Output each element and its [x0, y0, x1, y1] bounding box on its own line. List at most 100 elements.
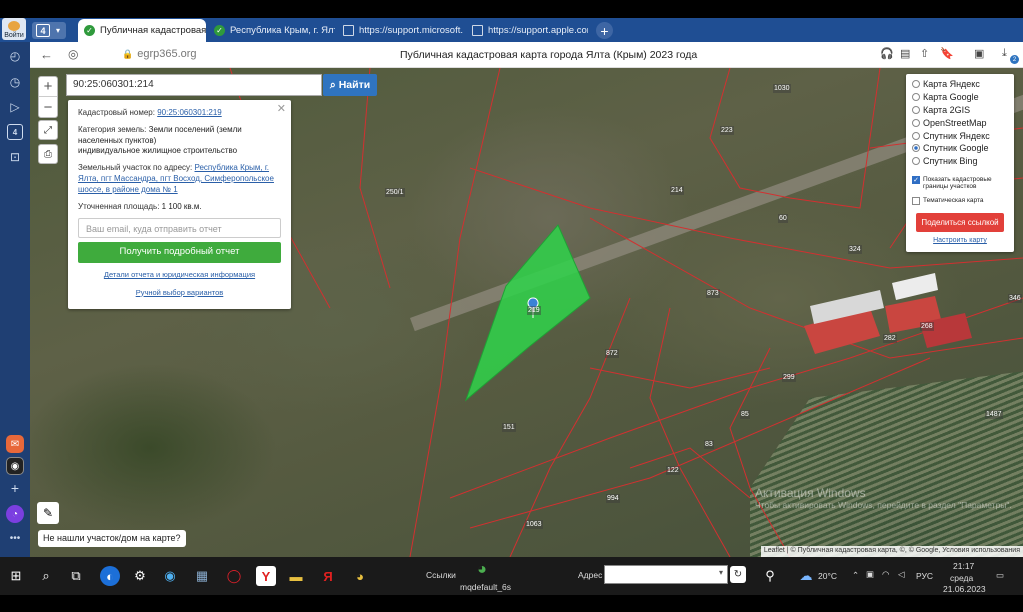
get-report-button[interactable]: Получить подробный отчет: [78, 242, 281, 264]
store-icon[interactable]: ▦: [192, 566, 212, 586]
folder-icon[interactable]: ▬: [286, 566, 306, 586]
share-icon[interactable]: ⇧: [920, 47, 929, 60]
clock-time[interactable]: 21:17: [953, 561, 974, 571]
chrome-task-label[interactable]: mqdefault_6s: [460, 582, 511, 592]
layer-label: Спутник Bing: [923, 156, 978, 167]
yandex-browser-icon[interactable]: Y: [256, 566, 276, 586]
yandex-protect-icon[interactable]: ◎: [68, 47, 78, 61]
chrome-icon[interactable]: ◕: [472, 560, 492, 580]
counter-icon[interactable]: 4: [7, 124, 23, 140]
tab-microsoft[interactable]: https://support.microsoft.com: [337, 19, 463, 42]
chevron-down-icon[interactable]: ▾: [719, 568, 723, 577]
not-found-button[interactable]: Не нашли участок/дом на карте?: [38, 530, 186, 547]
fullscreen-button[interactable]: ⤢: [38, 120, 58, 140]
tab-count-button[interactable]: 4 ▾: [32, 22, 66, 39]
volume-icon[interactable]: ◁: [898, 569, 905, 580]
clock-icon[interactable]: ◷: [7, 74, 23, 90]
search-input[interactable]: 90:25:060301:214: [66, 74, 322, 96]
search-icon[interactable]: ⌕: [36, 566, 56, 586]
taskbar-address-input[interactable]: ▾: [604, 565, 728, 584]
parcel-label: 1487: [985, 410, 1003, 419]
details-link[interactable]: Детали отчета и юридическая информация: [104, 270, 255, 279]
zoom-in-button[interactable]: +: [39, 77, 57, 97]
show-borders-option[interactable]: ✓ Показать кадастровые границы участков: [912, 175, 1008, 192]
chrome-small-icon[interactable]: ◕: [350, 566, 370, 586]
manual-select-link[interactable]: Ручной выбор вариантов: [136, 288, 224, 297]
add-app-icon[interactable]: +: [6, 479, 24, 497]
play-icon[interactable]: ▷: [7, 99, 23, 115]
address-row: Земельный участок по адресу: Республика …: [78, 163, 281, 195]
edge-icon[interactable]: ◉: [160, 566, 180, 586]
share-link-button[interactable]: Поделиться ссылкой: [916, 213, 1004, 233]
parcel-label: 85: [740, 410, 750, 419]
close-icon[interactable]: ✕: [277, 102, 286, 117]
layer-option-2gis[interactable]: Карта 2GIS: [912, 104, 1008, 117]
cadastral-link[interactable]: 90:25:060301:219: [157, 108, 222, 117]
zoom-out-button[interactable]: −: [39, 97, 57, 117]
extensions-icon[interactable]: ▣: [974, 47, 984, 60]
check-icon: ✓: [214, 25, 225, 36]
refresh-icon[interactable]: ↻: [730, 566, 746, 583]
browser-sidebar: ◴ ◷ ▷ 4 ⊡ ✉ ◉ + ◔ •••: [0, 42, 30, 557]
download-icon[interactable]: ⤓: [1002, 47, 1007, 60]
person-icon[interactable]: ⚲: [760, 566, 780, 586]
windows-start-icon[interactable]: ⊞: [6, 566, 26, 586]
layer-label: Спутник Google: [923, 143, 989, 154]
tab-apple[interactable]: https://support.apple.com: [466, 19, 588, 42]
map-attribution: Leaflet | © Публичная кадастровая карта,…: [760, 546, 1023, 557]
tray-up-icon[interactable]: ⌃: [852, 570, 859, 581]
lock-icon: 🔒: [122, 48, 134, 59]
messenger-icon[interactable]: ◐: [100, 566, 120, 586]
layer-option-bing-sat[interactable]: Спутник Bing: [912, 155, 1008, 168]
tab-cadastral[interactable]: ✓ Публичная кадастровая ✕: [78, 19, 206, 42]
tab-crimea[interactable]: ✓ Республика Крым, г. Ялта: [208, 19, 335, 42]
clock-date: 21.06.2023: [943, 584, 986, 594]
weather-temp: 20°C: [818, 571, 837, 581]
music-app-icon[interactable]: ◉: [6, 457, 24, 475]
thematic-option[interactable]: Тематическая карта: [912, 197, 1008, 206]
layer-panel: Карта Яндекс Карта Google Карта 2GIS Ope…: [906, 74, 1014, 252]
yandex-icon[interactable]: Я: [318, 566, 338, 586]
pencil-icon[interactable]: ✎: [37, 502, 59, 524]
radio-selected-icon: [912, 144, 920, 153]
print-button[interactable]: ⎙: [38, 144, 58, 164]
layer-option-yandex-map[interactable]: Карта Яндекс: [912, 78, 1008, 91]
find-button[interactable]: ⌕ Найти: [323, 74, 377, 96]
url-field[interactable]: 🔒 egrp365.org: [122, 48, 197, 60]
opera-icon[interactable]: ◯: [224, 566, 244, 586]
alice-icon[interactable]: ◔: [6, 505, 24, 523]
network-icon[interactable]: ▣: [866, 569, 874, 580]
notification-icon[interactable]: ▭: [996, 570, 1004, 581]
more-icon[interactable]: •••: [6, 529, 24, 547]
reader-icon[interactable]: ▤: [900, 47, 910, 60]
language-indicator[interactable]: РУС: [916, 571, 933, 581]
layer-option-google-sat[interactable]: Спутник Google: [912, 142, 1008, 155]
area-label: Уточненная площадь:: [78, 201, 160, 211]
thematic-label: Тематическая карта: [923, 197, 984, 205]
satellite-map[interactable]: 1030 223 250/1 214 60 324 219 873 872 26…: [30, 68, 1023, 557]
back-arrow-icon[interactable]: ←: [40, 47, 53, 62]
new-tab-button[interactable]: +: [596, 22, 613, 39]
history-icon[interactable]: ◴: [7, 48, 23, 64]
address-label: Адрес: [578, 570, 603, 580]
usage-value: индивидуальное жилищное строительство: [78, 146, 238, 156]
setup-map-link[interactable]: Настроить карту: [912, 237, 1008, 244]
find-label: Найти: [338, 79, 371, 91]
parcel-label: 151: [502, 423, 516, 432]
settings-gear-icon[interactable]: ⚙: [130, 566, 150, 586]
address-bar: ← ◎ 🔒 egrp365.org Публичная кадастровая …: [30, 42, 1023, 68]
mail-app-icon[interactable]: ✉: [6, 435, 24, 453]
bookmark-icon[interactable]: 🔖: [940, 47, 954, 60]
links-label[interactable]: Ссылки: [426, 570, 456, 580]
layer-option-osm[interactable]: OpenStreetMap: [912, 116, 1008, 129]
screenshot-icon[interactable]: ⊡: [7, 149, 23, 165]
headphones-icon[interactable]: 🎧: [880, 47, 894, 60]
email-field[interactable]: Ваш email, куда отправить отчет: [78, 218, 281, 239]
layer-option-yandex-sat[interactable]: Спутник Яндекс: [912, 129, 1008, 142]
parcel-label: 346: [1008, 294, 1022, 303]
task-view-icon[interactable]: ⧉: [66, 566, 86, 586]
show-borders-label: Показать кадастровые границы участков: [923, 175, 992, 191]
login-button[interactable]: Войти: [2, 18, 26, 40]
layer-option-google-map[interactable]: Карта Google: [912, 91, 1008, 104]
wifi-icon[interactable]: ◠: [882, 569, 889, 580]
